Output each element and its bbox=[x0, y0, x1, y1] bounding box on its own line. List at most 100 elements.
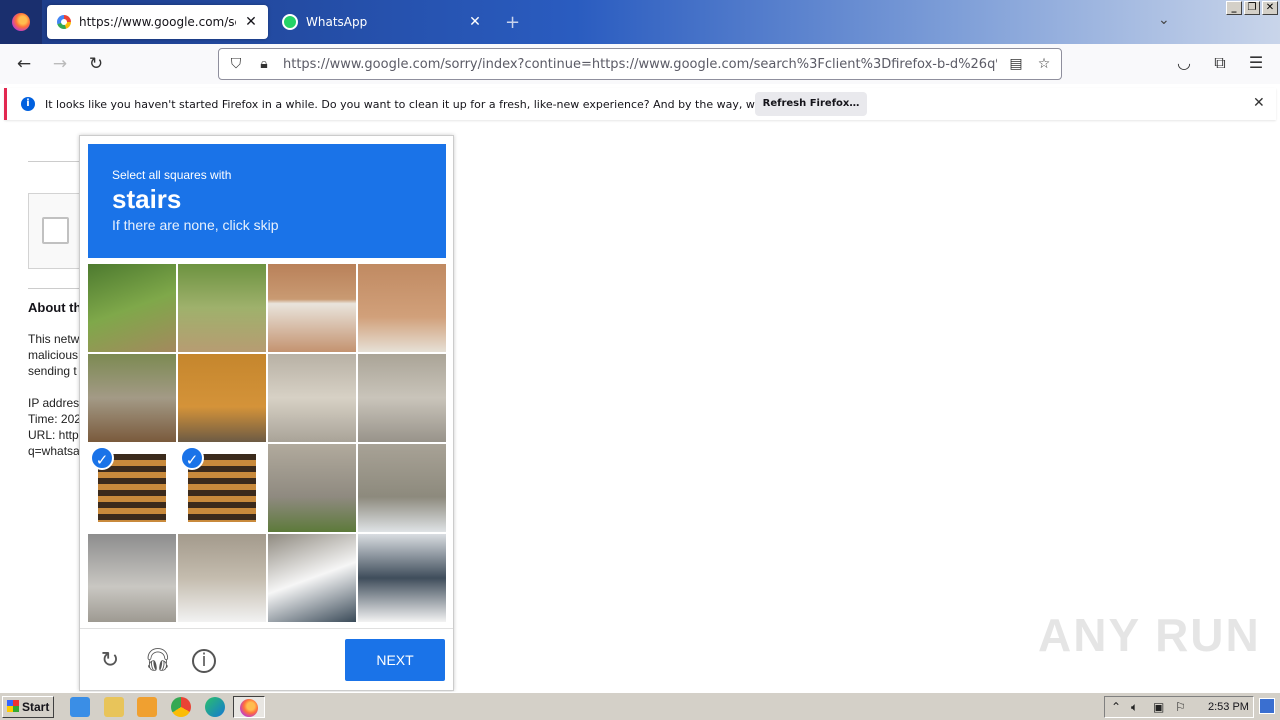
edge-icon[interactable] bbox=[205, 697, 225, 717]
recaptcha-challenge: Select all squares with stairs If there … bbox=[79, 135, 454, 691]
anyrun-watermark: ANY RUN bbox=[1038, 609, 1261, 661]
pocket-icon[interactable]: ◡ bbox=[1173, 53, 1195, 72]
challenge-footer: ↻ 🎧︎ i NEXT bbox=[80, 628, 453, 690]
recaptcha-checkbox[interactable] bbox=[42, 217, 69, 244]
bookmark-star-icon[interactable]: ☆ bbox=[1035, 56, 1053, 72]
extensions-icon[interactable]: ⧉ bbox=[1209, 53, 1231, 73]
tab-title: https://www.google.com/search?c bbox=[79, 15, 236, 29]
captcha-tile[interactable] bbox=[88, 534, 176, 622]
captcha-tile[interactable] bbox=[178, 354, 266, 442]
new-tab-button[interactable]: + bbox=[505, 12, 520, 33]
url-bar[interactable]: ⛉ 🔒︎ https://www.google.com/sorry/index?… bbox=[218, 48, 1062, 80]
tile-image bbox=[358, 264, 446, 352]
internet-explorer-icon[interactable] bbox=[70, 697, 90, 717]
challenge-hint: If there are none, click skip bbox=[112, 217, 279, 233]
captcha-tile[interactable] bbox=[178, 264, 266, 352]
about-text-line: malicious bbox=[28, 348, 79, 362]
captcha-tile[interactable]: ✓ bbox=[88, 444, 176, 532]
tile-image bbox=[88, 354, 176, 442]
firefox-menu-button[interactable] bbox=[0, 0, 42, 44]
chrome-icon[interactable] bbox=[171, 697, 191, 717]
taskbar-firefox-item[interactable] bbox=[233, 696, 265, 718]
shield-icon[interactable]: ⛉ bbox=[227, 56, 245, 72]
reload-icon[interactable]: ↻ bbox=[84, 53, 108, 75]
captcha-tile[interactable] bbox=[268, 354, 356, 442]
tile-image bbox=[88, 264, 176, 352]
info-icon[interactable]: i bbox=[192, 649, 216, 673]
tile-image bbox=[358, 444, 446, 532]
about-text-line: q=whatsa bbox=[28, 444, 80, 458]
headphones-icon[interactable]: 🎧︎ bbox=[144, 647, 172, 675]
hamburger-menu-icon[interactable]: ☰ bbox=[1245, 53, 1267, 72]
tile-image bbox=[178, 534, 266, 622]
forward-arrow-icon[interactable]: → bbox=[48, 53, 72, 75]
checkmark-icon: ✓ bbox=[90, 446, 114, 470]
list-all-tabs-button[interactable]: ⌄ bbox=[1158, 12, 1170, 28]
media-player-icon[interactable] bbox=[137, 697, 157, 717]
firefox-logo-icon bbox=[12, 13, 30, 31]
lock-icon[interactable]: 🔒︎ bbox=[255, 56, 273, 72]
start-button[interactable]: Start bbox=[2, 696, 54, 718]
captcha-tile[interactable]: ✓ bbox=[178, 444, 266, 532]
volume-icon[interactable]: 🔈︎ bbox=[1131, 700, 1138, 715]
tile-image bbox=[88, 534, 176, 622]
clock[interactable]: 2:53 PM bbox=[1208, 701, 1249, 713]
captcha-tile[interactable] bbox=[268, 534, 356, 622]
window-controls: _ ❐ ✕ bbox=[1226, 1, 1278, 15]
url-text[interactable]: https://www.google.com/sorry/index?conti… bbox=[283, 57, 997, 72]
checkmark-icon: ✓ bbox=[180, 446, 204, 470]
challenge-instruction: Select all squares with bbox=[112, 168, 232, 182]
captcha-tile[interactable] bbox=[358, 534, 446, 622]
show-desktop-button[interactable] bbox=[1259, 698, 1275, 714]
challenge-target: stairs bbox=[112, 184, 182, 214]
captcha-tile[interactable] bbox=[358, 264, 446, 352]
captcha-tile[interactable] bbox=[88, 354, 176, 442]
restore-button[interactable]: ❐ bbox=[1244, 1, 1260, 15]
about-text-line: sending t bbox=[28, 364, 77, 378]
navigation-toolbar: ← → ↻ ⛉ 🔒︎ https://www.google.com/sorry/… bbox=[0, 44, 1280, 84]
google-favicon-icon bbox=[57, 15, 71, 29]
image-grid: ✓ ✓ bbox=[88, 264, 446, 622]
close-window-button[interactable]: ✕ bbox=[1262, 1, 1278, 15]
tab-title: WhatsApp bbox=[306, 15, 368, 29]
tile-image bbox=[358, 354, 446, 442]
windows-logo-icon bbox=[7, 700, 19, 712]
captcha-tile[interactable] bbox=[358, 444, 446, 532]
taskbar: Start ⌃ 🔈︎ ▣ ⚐ 2:53 PM bbox=[0, 692, 1280, 720]
file-explorer-icon[interactable] bbox=[104, 697, 124, 717]
reload-icon[interactable]: ↻ bbox=[96, 647, 124, 675]
captcha-tile[interactable] bbox=[178, 534, 266, 622]
captcha-tile[interactable] bbox=[88, 264, 176, 352]
tile-image bbox=[178, 264, 266, 352]
minimize-button[interactable]: _ bbox=[1226, 1, 1242, 15]
refresh-firefox-button[interactable]: Refresh Firefox… bbox=[755, 92, 867, 116]
tab-google-search[interactable]: https://www.google.com/search?c ✕ bbox=[47, 5, 268, 39]
close-icon[interactable]: ✕ bbox=[1253, 95, 1265, 111]
about-text-line: IP addres bbox=[28, 396, 80, 410]
next-button[interactable]: NEXT bbox=[345, 639, 445, 681]
tile-image bbox=[268, 444, 356, 532]
about-text-line: Time: 202 bbox=[28, 412, 81, 426]
captcha-tile[interactable] bbox=[358, 354, 446, 442]
tab-whatsapp[interactable]: WhatsApp ✕ bbox=[272, 5, 492, 39]
tray-expand-icon[interactable]: ⌃ bbox=[1111, 700, 1121, 714]
captcha-tile[interactable] bbox=[268, 264, 356, 352]
whatsapp-favicon-icon bbox=[282, 14, 298, 30]
refresh-firefox-notification: i It looks like you haven't started Fire… bbox=[4, 88, 1276, 120]
tab-close-icon[interactable]: ✕ bbox=[468, 14, 482, 30]
tab-bar: https://www.google.com/search?c ✕ WhatsA… bbox=[0, 0, 1280, 44]
about-text-line: URL: http bbox=[28, 428, 79, 442]
reader-view-icon[interactable]: ▤ bbox=[1007, 56, 1025, 72]
start-label: Start bbox=[22, 700, 50, 714]
back-arrow-icon[interactable]: ← bbox=[12, 53, 36, 75]
action-center-flag-icon[interactable]: ⚐ bbox=[1175, 700, 1186, 714]
tile-image bbox=[268, 534, 356, 622]
about-text-line: This netw bbox=[28, 332, 80, 346]
captcha-tile[interactable] bbox=[268, 444, 356, 532]
network-icon[interactable]: ▣ bbox=[1153, 700, 1164, 714]
challenge-header: Select all squares with stairs If there … bbox=[88, 144, 446, 258]
notification-text: It looks like you haven't started Firefo… bbox=[45, 97, 829, 111]
tab-close-icon[interactable]: ✕ bbox=[244, 14, 258, 30]
firefox-icon bbox=[240, 699, 258, 717]
page-content: About th This netw malicious sending t I… bbox=[0, 124, 1280, 692]
